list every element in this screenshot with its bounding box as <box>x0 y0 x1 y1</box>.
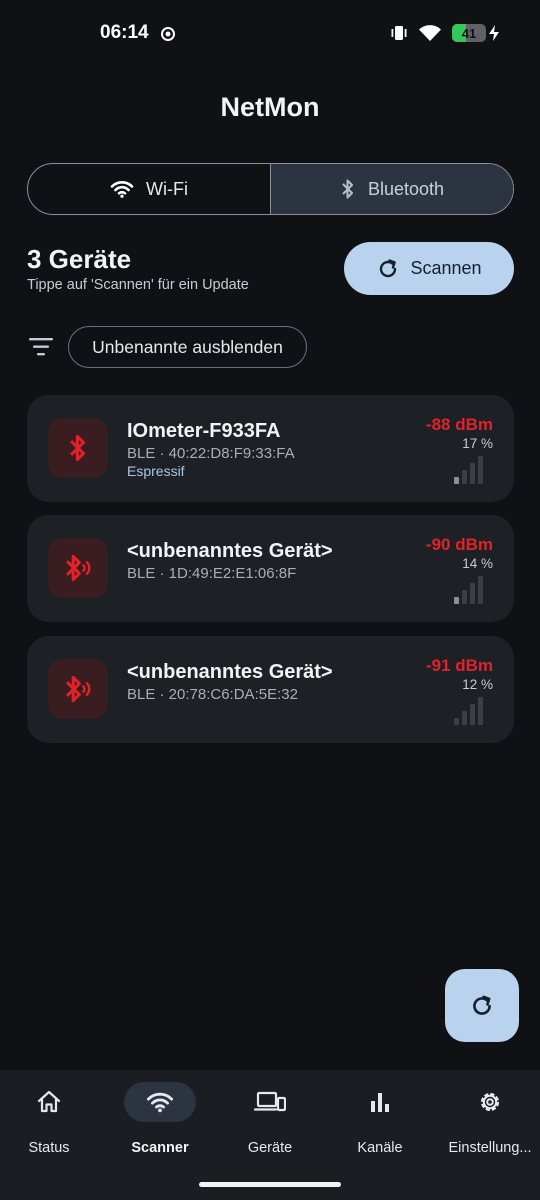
devices-icon <box>254 1091 286 1112</box>
nav-scanner-label: Scanner <box>131 1140 189 1156</box>
scan-mode-tabs: Wi-Fi Bluetooth <box>27 163 514 215</box>
signal-bar <box>470 704 475 725</box>
battery-level: 41 <box>461 25 477 41</box>
device-name: IOmeter-F933FA <box>127 420 281 442</box>
device-signal-dbm: -90 dBm <box>425 535 493 554</box>
scan-hint: Tippe auf 'Scannen' für ein Update <box>27 277 249 293</box>
nav-channels-pill <box>344 1082 416 1122</box>
device-signal-percent: 17 % <box>462 436 493 451</box>
battery-icon: 41 <box>452 24 486 42</box>
nav-channels-label: Kanäle <box>357 1140 403 1156</box>
device-address: BLE · 1D:49:E2:E1:06:8F <box>127 565 297 582</box>
refresh-icon <box>473 994 491 1015</box>
signal-bar <box>478 697 483 725</box>
refresh-fab[interactable] <box>445 969 519 1042</box>
nav-channels[interactable]: Kanäle <box>326 1082 434 1162</box>
tab-bluetooth-label: Bluetooth <box>367 178 445 199</box>
tab-wifi-label: Wi-Fi <box>146 178 188 199</box>
bottom-navigation: Status Scanner Geräte Kanäle Einstellung… <box>0 1070 540 1200</box>
nav-devices[interactable]: Geräte <box>216 1082 324 1162</box>
nav-scanner[interactable]: Scanner <box>106 1082 214 1162</box>
nav-scanner-pill <box>124 1082 196 1122</box>
tab-wifi[interactable]: Wi-Fi <box>28 164 270 214</box>
device-vendor: Espressif <box>127 463 185 479</box>
nav-devices-label: Geräte <box>247 1140 293 1156</box>
signal-bars-icon <box>454 576 483 604</box>
scan-button[interactable]: Scannen <box>344 242 514 295</box>
signal-bar <box>478 576 483 604</box>
gear-icon <box>480 1092 500 1112</box>
page-title: NetMon <box>220 92 320 122</box>
nav-status-label: Status <box>28 1140 70 1156</box>
bluetooth-icon <box>70 434 85 462</box>
home-icon <box>37 1090 61 1113</box>
vibrate-icon <box>391 26 407 40</box>
signal-bar <box>478 456 483 484</box>
signal-bar <box>470 583 475 604</box>
bluetooth-audio-icon <box>66 675 91 703</box>
filter-icon[interactable] <box>28 336 54 358</box>
device-signal-percent: 12 % <box>462 677 493 692</box>
device-card[interactable]: IOmeter-F933FA BLE · 40:22:D8:F9:33:FA E… <box>27 395 514 502</box>
signal-bars-icon <box>454 697 483 725</box>
scan-button-label: Scannen <box>410 258 482 278</box>
device-name: <unbenanntes Gerät> <box>127 661 333 683</box>
bluetooth-icon <box>342 179 353 199</box>
signal-bar <box>462 470 467 484</box>
refresh-icon <box>380 258 397 277</box>
device-signal-percent: 14 % <box>462 556 493 571</box>
device-icon-container <box>48 538 108 598</box>
signal-bar <box>470 463 475 484</box>
device-address: BLE · 20:78:C6:DA:5E:32 <box>127 686 298 703</box>
hide-unnamed-chip[interactable]: Unbenannte ausblenden <box>68 326 307 368</box>
device-card[interactable]: <unbenanntes Gerät> BLE · 20:78:C6:DA:5E… <box>27 636 514 743</box>
signal-bar <box>462 711 467 725</box>
device-address: BLE · 40:22:D8:F9:33:FA <box>127 445 295 462</box>
bluetooth-audio-icon <box>66 554 91 582</box>
nav-settings[interactable]: Einstellung... <box>436 1082 540 1162</box>
status-bar: 06:14 41 <box>0 0 540 68</box>
device-card[interactable]: <unbenanntes Gerät> BLE · 1D:49:E2:E1:06… <box>27 515 514 622</box>
charging-icon <box>489 25 499 41</box>
device-name: <unbenanntes Gerät> <box>127 540 333 562</box>
home-indicator[interactable] <box>199 1182 341 1187</box>
wifi-icon <box>110 181 134 198</box>
device-icon-container <box>48 659 108 719</box>
wifi-icon <box>419 25 441 41</box>
tab-bluetooth[interactable]: Bluetooth <box>270 164 513 214</box>
signal-bar <box>462 590 467 604</box>
wifi-icon <box>146 1092 174 1113</box>
device-signal-dbm: -88 dBm <box>425 415 493 434</box>
nav-devices-pill <box>234 1082 306 1122</box>
nav-status-pill <box>13 1082 85 1122</box>
signal-bar <box>454 718 459 725</box>
signal-bar <box>454 597 459 604</box>
device-icon-container <box>48 418 108 478</box>
signal-bars-icon <box>454 456 483 484</box>
status-time: 06:14 <box>100 22 149 43</box>
status-icons: 41 <box>390 22 500 44</box>
device-count: 3 Geräte <box>27 244 132 274</box>
nav-settings-pill <box>454 1082 526 1122</box>
device-signal-dbm: -91 dBm <box>425 656 493 675</box>
nav-status[interactable]: Status <box>0 1082 103 1162</box>
nav-settings-label: Einstellung... <box>448 1140 532 1156</box>
record-icon <box>161 27 175 41</box>
bar-chart-icon <box>371 1093 389 1112</box>
signal-bar <box>454 477 459 484</box>
